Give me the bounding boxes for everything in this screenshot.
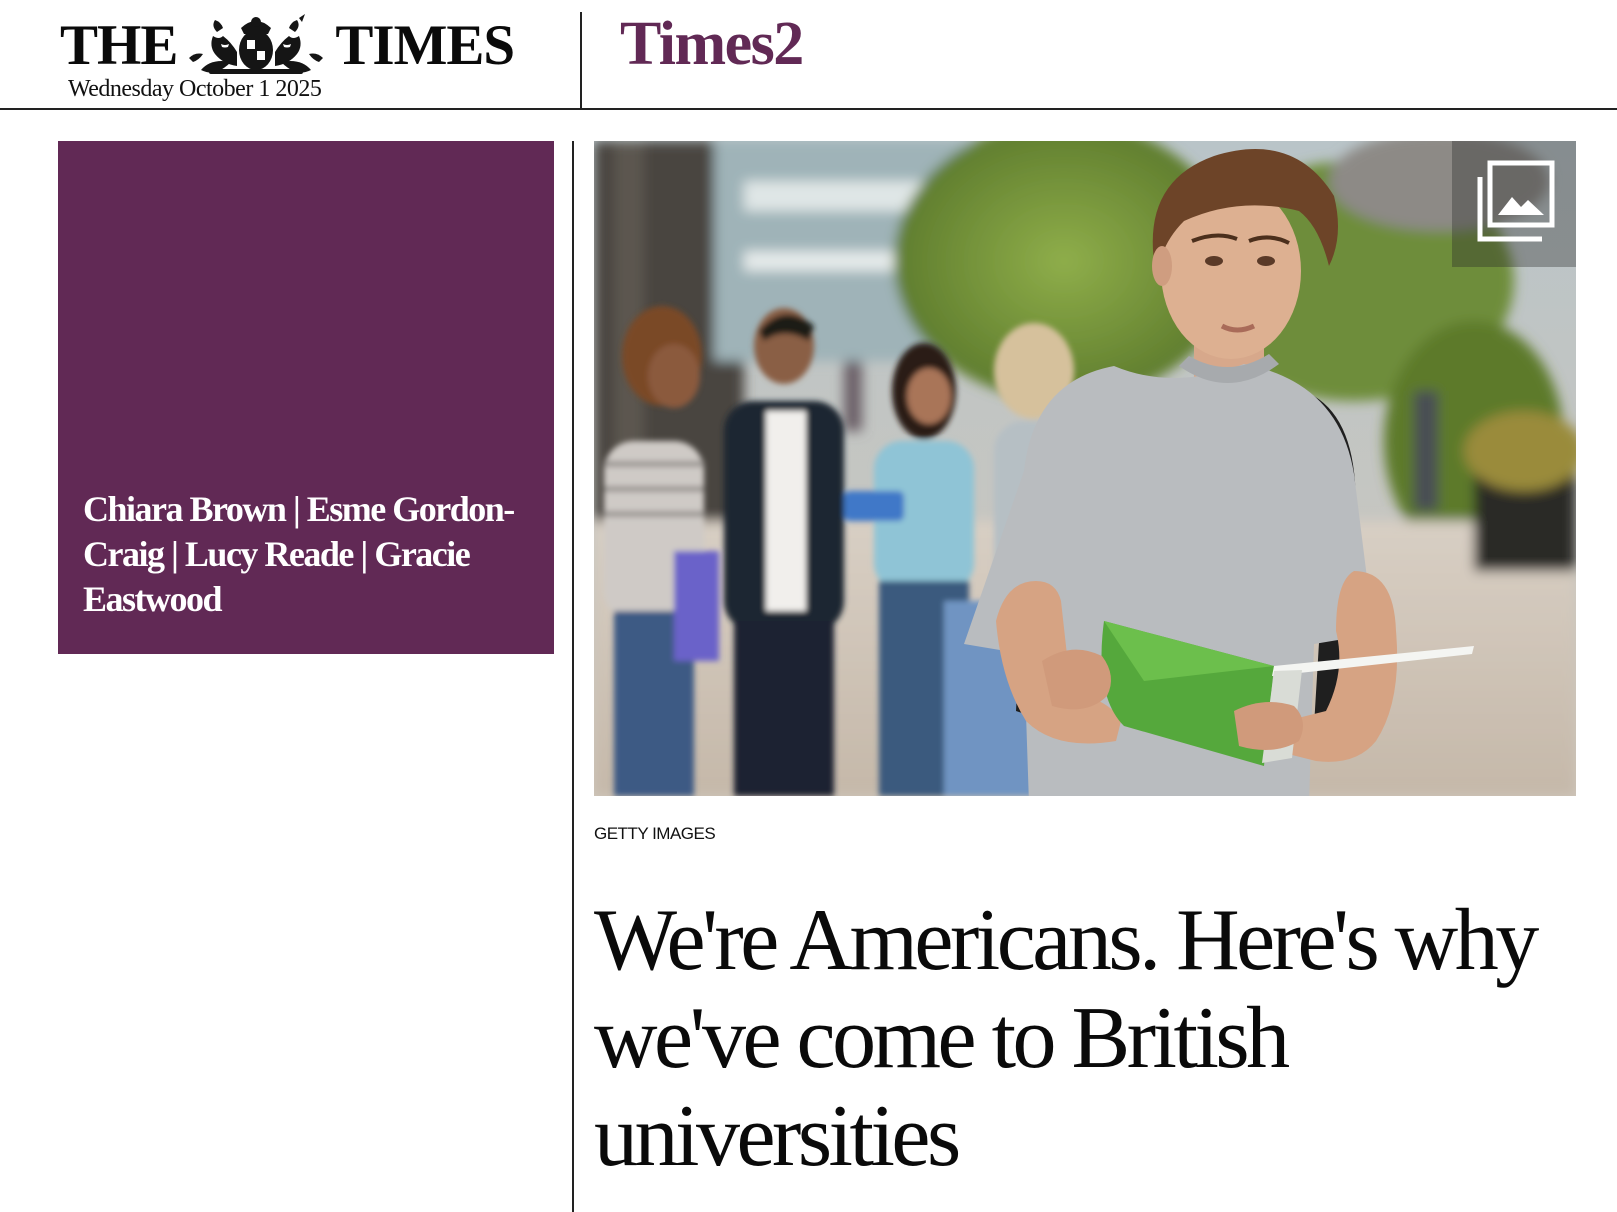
image-credit: GETTY IMAGES (594, 824, 716, 843)
section-title[interactable]: Times2 (620, 10, 804, 78)
hero-image[interactable] (594, 141, 1576, 796)
hero-photo-students (594, 141, 1576, 796)
image-gallery-icon (1477, 160, 1555, 242)
issue-date: Wednesday October 1 2025 (68, 76, 322, 102)
article-headline: We're Americans. Here's why we've come t… (594, 892, 1539, 1185)
masthead-divider (580, 12, 582, 109)
author-byline-box: Chiara Brown | Esme Gordon-Craig | Lucy … (58, 141, 554, 654)
image-gallery-button[interactable] (1452, 141, 1576, 267)
masthead: THE TIMES Wednesday October 1 2025 Times… (0, 0, 1617, 110)
times-logo[interactable]: THE TIMES (60, 10, 515, 80)
standfirst-cropped (596, 1198, 1496, 1212)
author-names[interactable]: Chiara Brown | Esme Gordon-Craig | Lucy … (83, 487, 546, 622)
logo-word-times: TIMES (335, 13, 515, 77)
column-divider (572, 141, 574, 1212)
logo-word-the: THE (60, 13, 178, 77)
royal-crest-icon (189, 14, 324, 74)
